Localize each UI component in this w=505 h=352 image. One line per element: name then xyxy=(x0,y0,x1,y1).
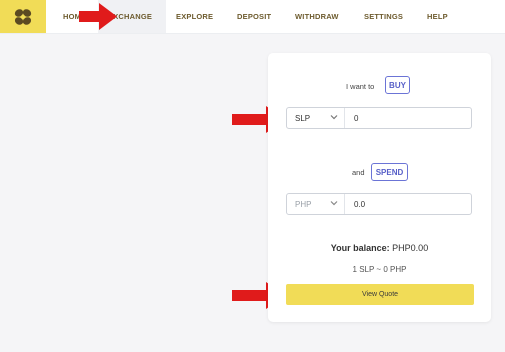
top-navigation-bar: HOME EXCHANGE EXPLORE DEPOSIT WITHDRAW S… xyxy=(0,0,505,34)
exchange-card: I want to BUY SLP 0 and SPEND PHP 0.0 Yo… xyxy=(268,53,491,322)
from-currency-field: SLP 0 xyxy=(286,107,472,129)
view-quote-button[interactable]: View Quote xyxy=(286,284,474,305)
and-label: and xyxy=(352,168,365,177)
balance-line: Your balance: PHP0.00 xyxy=(268,243,491,253)
exchange-rate: 1 SLP ~ 0 PHP xyxy=(352,265,407,274)
chevron-down-icon xyxy=(330,201,338,206)
nav-deposit[interactable]: DEPOSIT xyxy=(237,0,271,33)
to-amount-input[interactable]: 0.0 xyxy=(354,194,365,214)
nav-help[interactable]: HELP xyxy=(427,0,448,33)
to-currency-value: PHP xyxy=(295,199,312,209)
balance-label: Your balance: xyxy=(330,243,390,253)
nav-explore[interactable]: EXPLORE xyxy=(176,0,213,33)
nav-withdraw[interactable]: WITHDRAW xyxy=(295,0,339,33)
clover-logo-icon xyxy=(14,8,32,25)
balance-value: PHP0.00 xyxy=(392,243,429,253)
chevron-down-icon xyxy=(330,115,338,120)
from-currency-select[interactable]: SLP xyxy=(287,108,345,128)
want-label: I want to xyxy=(346,82,375,91)
from-amount-input[interactable]: 0 xyxy=(354,108,358,128)
to-currency-select[interactable]: PHP xyxy=(287,194,345,214)
logo[interactable] xyxy=(0,0,46,33)
from-currency-value: SLP xyxy=(295,113,311,123)
nav-settings[interactable]: SETTINGS xyxy=(364,0,403,33)
buy-toggle[interactable]: BUY xyxy=(385,76,410,94)
to-currency-field: PHP 0.0 xyxy=(286,193,472,215)
spend-toggle[interactable]: SPEND xyxy=(371,163,408,181)
annotation-arrow-icon xyxy=(79,3,117,30)
